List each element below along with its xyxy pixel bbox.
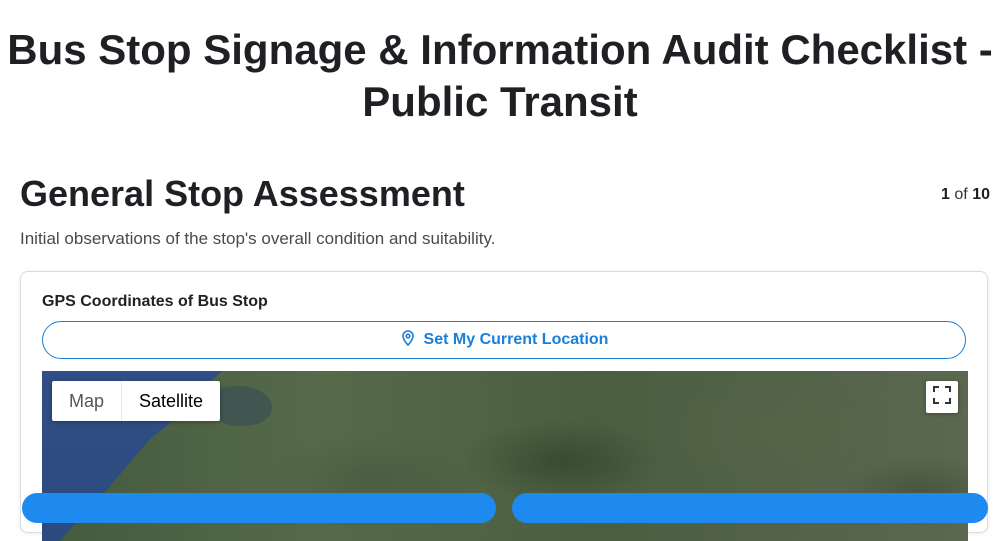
set-location-label: Set My Current Location [423,331,609,348]
fullscreen-icon [933,385,951,409]
page-current: 1 [941,186,950,203]
map-type-control: Map Satellite [52,381,221,421]
map-type-satellite[interactable]: Satellite [122,381,220,421]
map-coastline [212,386,272,426]
section-description: Initial observations of the stop's overa… [20,229,496,248]
fullscreen-button[interactable] [926,381,958,413]
set-location-button[interactable]: Set My Current Location [42,321,966,359]
page-total: 10 [972,186,990,203]
section-title: General Stop Assessment [20,173,465,214]
bottom-action-button-right[interactable] [512,493,988,523]
bottom-action-button-left[interactable] [22,493,496,523]
page-title: Bus Stop Signage & Information Audit Che… [7,26,993,125]
map-type-map[interactable]: Map [52,381,123,421]
page-of-label: of [954,186,968,203]
gps-field-label: GPS Coordinates of Bus Stop [42,293,268,310]
page-counter: 1 of 10 [941,185,990,205]
map-pin-icon [400,329,416,351]
